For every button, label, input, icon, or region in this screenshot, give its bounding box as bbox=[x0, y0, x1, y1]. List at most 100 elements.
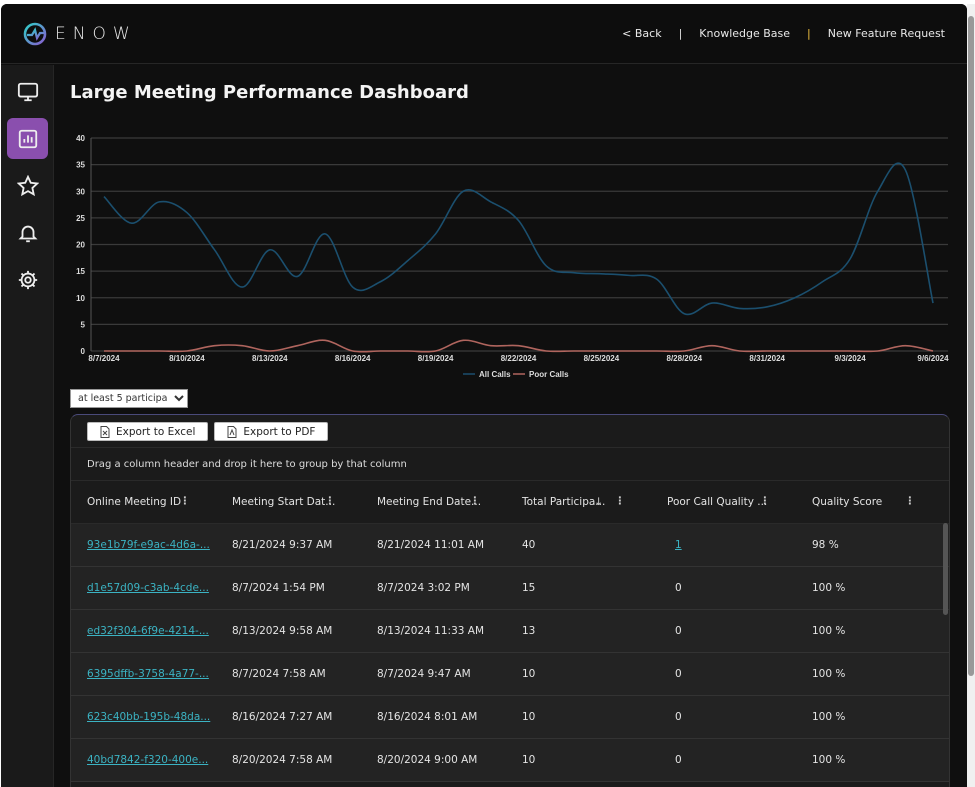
cell-quality-score: 100 % bbox=[812, 625, 846, 637]
legend-label[interactable]: All Calls bbox=[479, 370, 511, 379]
column-header-meeting-end[interactable]: Meeting End Date... ⋮ bbox=[361, 495, 506, 508]
cell-poor-calls: 0 bbox=[651, 668, 796, 680]
column-menu-icon[interactable]: ⋮ bbox=[325, 495, 336, 507]
meeting-id-link[interactable]: 623c40bb-195b-48da... bbox=[87, 711, 210, 723]
poor-calls-value: 0 bbox=[675, 668, 682, 680]
y-tick-label: 15 bbox=[76, 267, 85, 276]
x-tick-label: 8/16/2024 bbox=[335, 354, 371, 363]
cell-end: 8/7/2024 3:02 PM bbox=[377, 582, 470, 594]
column-menu-icon[interactable]: ⋮ bbox=[615, 495, 626, 507]
series-line-poor-calls bbox=[103, 339, 934, 353]
bell-icon bbox=[17, 225, 38, 242]
x-tick-label: 9/3/2024 bbox=[835, 354, 867, 363]
cell-quality-score: 100 % bbox=[812, 668, 846, 680]
nav-separator: | bbox=[807, 27, 811, 40]
x-tick-label: 9/6/2024 bbox=[917, 354, 949, 363]
cell-quality-score: 100 % bbox=[812, 754, 846, 766]
column-menu-icon[interactable]: ⋮ bbox=[905, 495, 916, 507]
table-row[interactable]: 40bd7842-f320-400e... 8/20/2024 7:58 AM 8/… bbox=[71, 739, 949, 782]
meeting-id-link[interactable]: d1e57d09-c3ab-4cde... bbox=[87, 582, 209, 594]
table-row[interactable]: 93e1b79f-e9ac-4d6a-... 8/21/2024 9:37 AM 8… bbox=[71, 524, 949, 567]
back-link[interactable]: < Back bbox=[622, 27, 661, 40]
column-title: Meeting Start Dat... bbox=[232, 496, 336, 508]
window-scrollbar-thumb[interactable] bbox=[968, 16, 974, 676]
column-title: Online Meeting ID bbox=[87, 496, 182, 508]
grid-header: Online Meeting ID ⋮ Meeting Start Dat... ⋮ M… bbox=[71, 481, 949, 524]
column-menu-icon[interactable]: ⋮ bbox=[470, 495, 481, 507]
grid-body: 93e1b79f-e9ac-4d6a-... 8/21/2024 9:37 AM 8… bbox=[71, 524, 949, 782]
meeting-id-link[interactable]: 93e1b79f-e9ac-4d6a-... bbox=[87, 539, 210, 551]
cell-poor-calls: 0 bbox=[651, 754, 796, 766]
meeting-id-link[interactable]: ed32f304-6f9e-4214-... bbox=[87, 625, 209, 637]
sidebar-item-monitoring[interactable] bbox=[7, 71, 48, 112]
chart-icon bbox=[18, 129, 37, 148]
y-tick-label: 25 bbox=[76, 214, 85, 223]
export-pdf-button[interactable]: Export to PDF bbox=[214, 422, 329, 441]
cell-start: 8/21/2024 9:37 AM bbox=[232, 539, 333, 551]
export-excel-button[interactable]: Export to Excel bbox=[87, 422, 209, 441]
x-tick-label: 8/19/2024 bbox=[418, 354, 454, 363]
poor-calls-value: 0 bbox=[675, 754, 682, 766]
page-title: Large Meeting Performance Dashboard bbox=[70, 82, 469, 103]
column-header-online-meeting-id[interactable]: Online Meeting ID ⋮ bbox=[71, 495, 216, 508]
cell-meeting-id: 623c40bb-195b-48da... bbox=[71, 711, 216, 723]
cell-end: 8/21/2024 11:01 AM bbox=[377, 539, 485, 551]
x-tick-label: 8/31/2024 bbox=[749, 354, 785, 363]
poor-calls-link[interactable]: 1 bbox=[675, 539, 682, 551]
cell-end: 8/16/2024 8:01 AM bbox=[377, 711, 478, 723]
sort-descending-icon[interactable]: ↓ bbox=[594, 496, 603, 508]
window-scrollbar[interactable] bbox=[967, 4, 975, 787]
meeting-id-link[interactable]: 40bd7842-f320-400e... bbox=[87, 754, 208, 766]
cell-end: 8/20/2024 9:00 AM bbox=[377, 754, 478, 766]
column-header-total-participants[interactable]: Total Participa... ↓ ⋮ bbox=[506, 495, 651, 508]
group-panel[interactable]: Drag a column header and drop it here to… bbox=[71, 448, 949, 481]
knowledge-base-link[interactable]: Knowledge Base bbox=[699, 27, 790, 40]
column-header-meeting-start[interactable]: Meeting Start Dat... ⋮ bbox=[216, 495, 361, 508]
column-menu-icon[interactable]: ⋮ bbox=[180, 495, 191, 507]
column-header-quality-score[interactable]: Quality Score ⋮ bbox=[796, 495, 941, 508]
sidebar-item-reports[interactable] bbox=[7, 118, 48, 159]
legend-label[interactable]: Poor Calls bbox=[529, 370, 569, 379]
nav-separator: | bbox=[678, 27, 683, 40]
y-tick-label: 5 bbox=[81, 320, 86, 329]
table-row[interactable]: ed32f304-6f9e-4214-... 8/13/2024 9:58 AM 8… bbox=[71, 610, 949, 653]
cell-poor-calls: 0 bbox=[651, 711, 796, 723]
cell-poor-calls: 1 bbox=[651, 539, 796, 551]
sidebar-item-alerts[interactable] bbox=[7, 212, 48, 253]
cell-total: 15 bbox=[522, 582, 536, 594]
column-title: Poor Call Quality ... bbox=[667, 496, 768, 508]
enow-logo-icon bbox=[23, 22, 47, 46]
cell-start: 8/13/2024 9:58 AM bbox=[232, 625, 333, 637]
cell-meeting-id: d1e57d09-c3ab-4cde... bbox=[71, 582, 216, 594]
cell-meeting-id: 6395dffb-3758-4a77-... bbox=[71, 668, 216, 680]
cell-meeting-id: 93e1b79f-e9ac-4d6a-... bbox=[71, 539, 216, 551]
table-row[interactable]: 6395dffb-3758-4a77-... 8/7/2024 7:58 AM 8/… bbox=[71, 653, 949, 696]
cell-quality-score: 100 % bbox=[812, 582, 846, 594]
cell-quality-score: 100 % bbox=[812, 711, 846, 723]
sidebar-item-settings[interactable] bbox=[7, 259, 48, 300]
column-title: Meeting End Date... bbox=[377, 496, 482, 508]
meeting-id-link[interactable]: 6395dffb-3758-4a77-... bbox=[87, 668, 209, 680]
new-feature-request-link[interactable]: New Feature Request bbox=[828, 27, 945, 40]
poor-calls-value: 0 bbox=[675, 582, 682, 594]
table-row[interactable]: d1e57d09-c3ab-4cde... 8/7/2024 1:54 PM 8/7… bbox=[71, 567, 949, 610]
y-tick-label: 0 bbox=[81, 347, 86, 356]
column-menu-icon[interactable]: ⋮ bbox=[760, 495, 771, 507]
logo[interactable]: ENOW bbox=[23, 22, 137, 46]
grid-scrollbar[interactable] bbox=[943, 523, 948, 615]
cell-end: 8/13/2024 11:33 AM bbox=[377, 625, 485, 637]
cell-end: 8/7/2024 9:47 AM bbox=[377, 668, 471, 680]
cell-start: 8/7/2024 1:54 PM bbox=[232, 582, 325, 594]
column-title: Quality Score bbox=[812, 496, 883, 508]
sidebar-item-favorites[interactable] bbox=[7, 165, 48, 206]
brand-name: ENOW bbox=[55, 24, 137, 44]
participant-filter-select[interactable]: at least 5 participants bbox=[70, 389, 188, 408]
cell-poor-calls: 0 bbox=[651, 582, 796, 594]
meetings-grid: Export to Excel Export to PDF Drag a col… bbox=[70, 414, 950, 787]
column-header-poor-call-quality[interactable]: Poor Call Quality ... ⋮ bbox=[651, 495, 796, 508]
x-tick-label: 8/13/2024 bbox=[252, 354, 288, 363]
cell-total: 40 bbox=[522, 539, 536, 551]
top-nav: < Back | Knowledge Base | New Feature Re… bbox=[622, 27, 945, 40]
table-row[interactable]: 623c40bb-195b-48da... 8/16/2024 7:27 AM 8/… bbox=[71, 696, 949, 739]
poor-calls-value: 0 bbox=[675, 711, 682, 723]
